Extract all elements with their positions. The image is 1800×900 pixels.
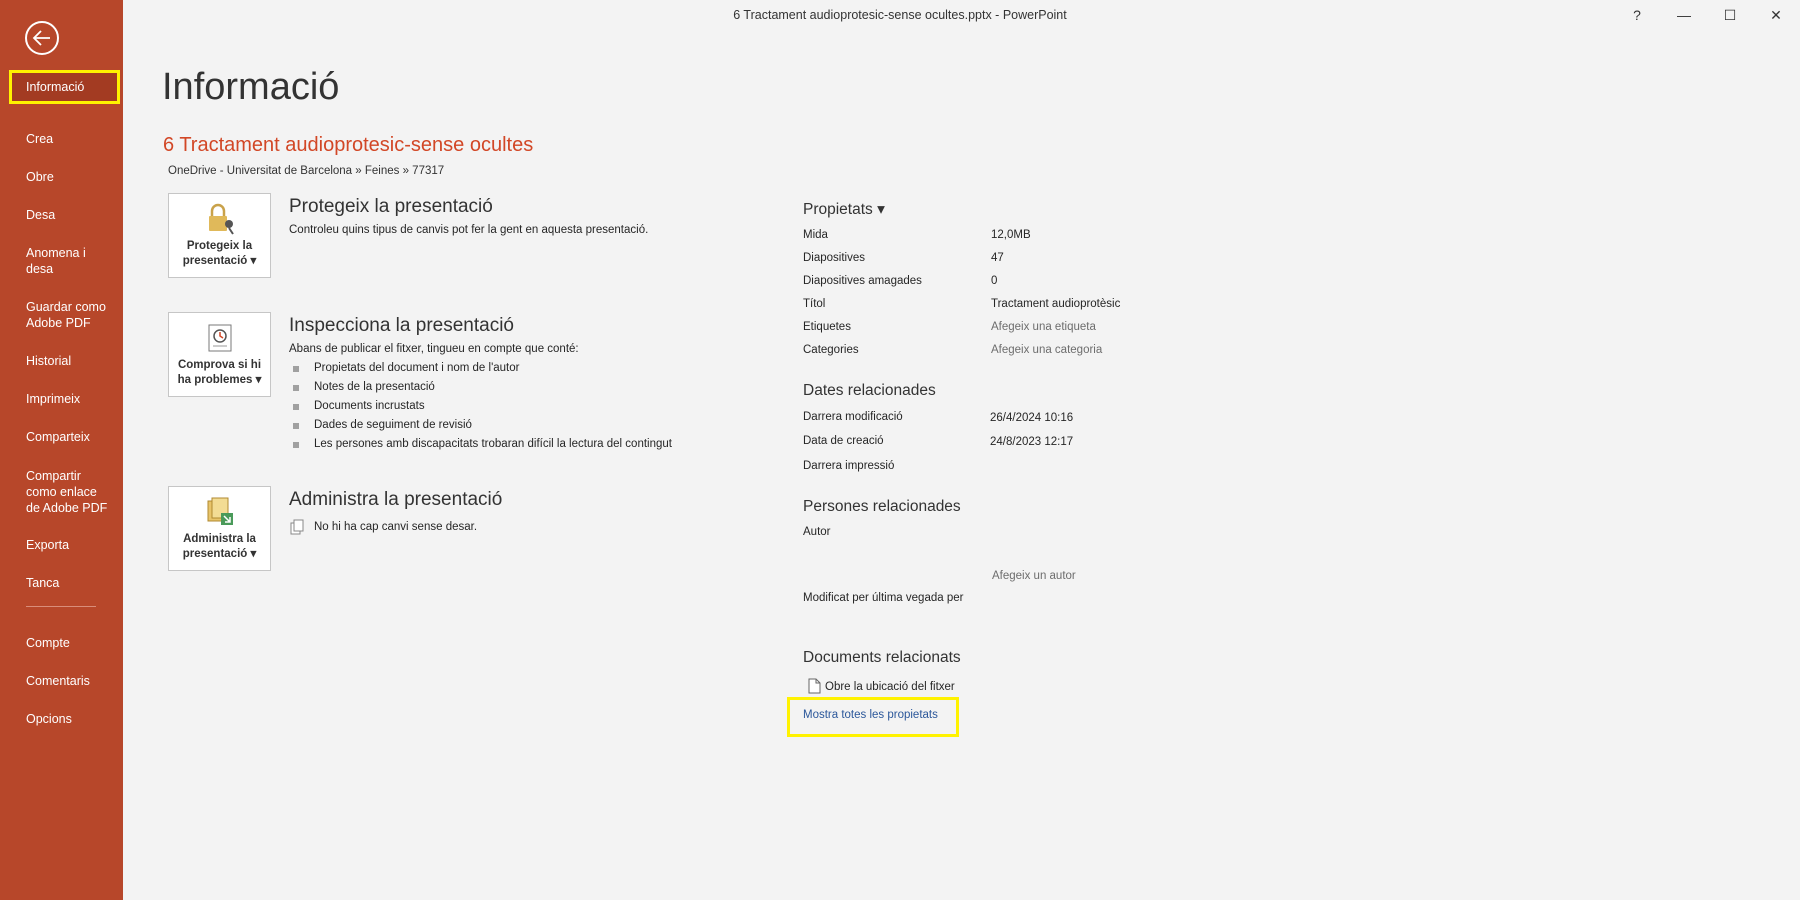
back-arrow-icon[interactable] (25, 21, 59, 55)
help-button[interactable]: ? (1622, 4, 1652, 26)
show-all-properties-link[interactable]: Mostra totes les propietats (803, 709, 938, 721)
nav-opcions[interactable]: Opcions (9, 705, 120, 733)
prop-label-slides: Diapositives (803, 252, 865, 264)
nav-desa[interactable]: Desa (9, 201, 120, 229)
bullet-icon (293, 385, 299, 391)
nav-comentaris[interactable]: Comentaris (9, 667, 120, 695)
inspect-item: Propietats del document i nom de l'autor (314, 362, 520, 374)
prop-label-title: Títol (803, 298, 826, 310)
manage-card-label-1: Administra la (183, 533, 256, 545)
close-button[interactable]: ✕ (1761, 4, 1791, 26)
inspect-title: Inspecciona la presentació (289, 315, 514, 336)
minimize-button[interactable]: — (1669, 4, 1699, 26)
related-people-heading: Persones relacionades (803, 498, 961, 515)
file-icon (808, 678, 821, 694)
inspect-item: Les persones amb discapacitats trobaran … (314, 438, 672, 450)
bullet-icon (293, 442, 299, 448)
protect-presentation-button[interactable]: Protegeix la presentació ▾ (168, 193, 271, 278)
sidebar-divider (26, 606, 96, 607)
nav-crea[interactable]: Crea (9, 125, 120, 153)
manage-title: Administra la presentació (289, 489, 503, 510)
nav-imprimeix[interactable]: Imprimeix (9, 385, 120, 413)
nav-comparteix[interactable]: Comparteix (9, 423, 120, 451)
inspect-item: Dades de seguiment de revisió (314, 419, 472, 431)
document-path: OneDrive - Universitat de Barcelona » Fe… (168, 165, 445, 177)
related-documents-heading: Documents relacionats (803, 649, 961, 666)
add-category-field[interactable]: Afegeix una categoria (991, 344, 1102, 356)
lock-key-icon (209, 203, 234, 235)
bullet-icon (293, 366, 299, 372)
prop-label-hidden-slides: Diapositives amagades (803, 275, 922, 287)
nav-anomena-i-desa[interactable]: Anomena i desa (9, 239, 109, 283)
manage-card-label-2: presentació ▾ (182, 548, 257, 560)
nav-obre[interactable]: Obre (9, 163, 120, 191)
prop-value-hidden-slides: 0 (991, 275, 998, 287)
properties-dropdown[interactable]: Propietats ▾ (803, 200, 885, 219)
backstage-sidebar: Informació Crea Obre Desa Anomena i desa… (0, 0, 123, 900)
inspect-card-label-1: Comprova si hi (177, 359, 262, 371)
nav-informacio[interactable]: Informació (9, 70, 120, 104)
prop-value-last-modified: 26/4/2024 10:16 (990, 412, 1074, 424)
document-title: 6 Tractament audioprotesic-sense ocultes (163, 134, 534, 156)
nav-compartir-enlace-adobe-pdf[interactable]: Compartir como enlace de Adobe PDF (9, 462, 109, 522)
prop-label-last-modified-by: Modificat per última vegada per (803, 592, 964, 604)
inspect-item: Documents incrustats (314, 400, 425, 412)
prop-label-size: Mida (803, 229, 828, 241)
nav-tanca[interactable]: Tanca (9, 569, 120, 597)
protect-card-label-2: presentació ▾ (182, 255, 257, 267)
prop-value-created: 24/8/2023 12:17 (990, 436, 1074, 448)
protect-title: Protegeix la presentació (289, 196, 493, 217)
related-dates-heading: Dates relacionades (803, 382, 936, 399)
maximize-button[interactable]: ☐ (1715, 4, 1745, 26)
prop-label-categories: Categories (803, 344, 859, 356)
prop-value-title[interactable]: Tractament audioprotèsic (991, 298, 1120, 310)
nav-guardar-adobe-pdf[interactable]: Guardar como Adobe PDF (9, 293, 119, 337)
prop-value-slides: 47 (991, 252, 1004, 264)
prop-value-size: 12,0MB (991, 229, 1031, 241)
open-file-location-link[interactable]: Obre la ubicació del fitxer (825, 681, 955, 693)
check-for-issues-button[interactable]: Comprova si hi ha problemes ▾ (168, 312, 271, 397)
prop-label-last-printed: Darrera impressió (803, 460, 895, 472)
inspect-document-icon (208, 324, 232, 352)
document-versions-icon (290, 519, 304, 535)
window-title: 6 Tractament audioprotesic-sense ocultes… (733, 8, 1067, 22)
inspect-item: Notes de la presentació (314, 381, 435, 393)
nav-compte[interactable]: Compte (9, 629, 120, 657)
inspect-description: Abans de publicar el fitxer, tingueu en … (289, 343, 579, 355)
bullet-icon (293, 423, 299, 429)
prop-label-author: Autor (803, 526, 831, 538)
bullet-icon (293, 404, 299, 410)
prop-label-tags: Etiquetes (803, 321, 851, 333)
prop-label-created: Data de creació (803, 435, 884, 447)
manage-presentation-button[interactable]: Administra la presentació ▾ (168, 486, 271, 571)
page-title: Informació (162, 66, 340, 108)
manage-description: No hi ha cap canvi sense desar. (314, 521, 478, 533)
inspect-card-label-2: ha problemes ▾ (177, 374, 262, 386)
protect-description: Controleu quins tipus de canvis pot fer … (289, 224, 649, 236)
prop-label-last-modified: Darrera modificació (803, 411, 903, 423)
add-tag-field[interactable]: Afegeix una etiqueta (991, 321, 1096, 333)
add-author-field[interactable]: Afegeix un autor (992, 570, 1076, 582)
protect-card-label-1: Protegeix la (186, 240, 253, 252)
nav-exporta[interactable]: Exporta (9, 531, 120, 559)
nav-historial[interactable]: Historial (9, 347, 120, 375)
manage-versions-icon (207, 497, 233, 525)
